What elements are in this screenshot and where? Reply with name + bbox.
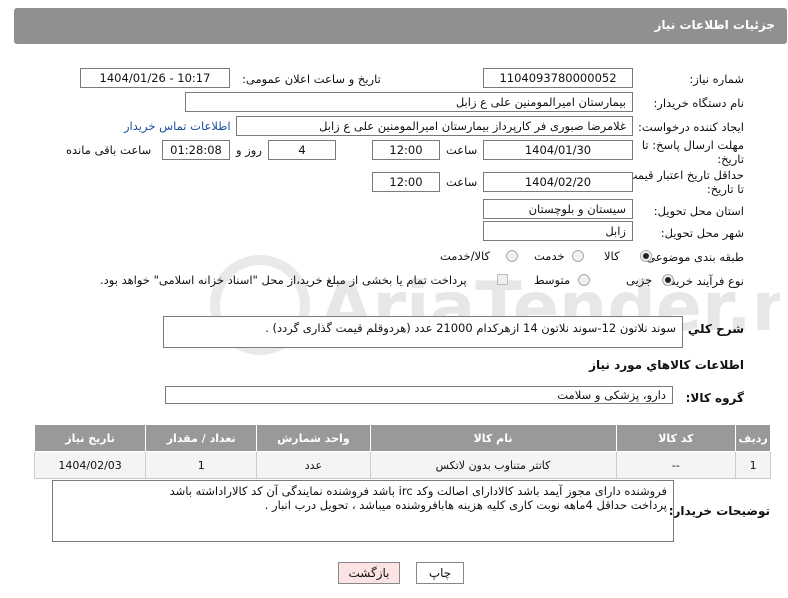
buyer-note-line-2: پرداخت حداقل 4ماهه نوبت کاری کلیه هزینه … bbox=[264, 498, 667, 512]
category-option-goods-service: کالا/خدمت bbox=[440, 249, 491, 263]
buyer-notes-field: فروشنده دارای مجوز آیمد باشد کالادارای ا… bbox=[52, 480, 674, 542]
treasury-checkbox[interactable] bbox=[497, 274, 508, 285]
announce-field: 1404/01/26 - 10:17 bbox=[80, 68, 230, 88]
process-radio-medium[interactable] bbox=[578, 274, 590, 286]
buyer-notes-label: توضیحات خریدار: bbox=[668, 504, 770, 518]
goods-group-label: گروه کالا: bbox=[685, 391, 744, 405]
col-unit: واحد شمارش bbox=[256, 424, 371, 452]
remaining-time-field: 01:28:08 bbox=[162, 140, 230, 160]
validity-label: حداقل تاریخ اعتبار قیمت: bbox=[622, 168, 744, 182]
validity-time-field: 12:00 bbox=[372, 172, 440, 192]
col-goods-code: کد کالا bbox=[615, 424, 737, 452]
deadline-label: مهلت ارسال پاسخ: تا bbox=[641, 138, 744, 152]
category-label: طبقه بندی موضوعی: bbox=[642, 250, 744, 264]
goods-group-field: دارو، پزشکی و سلامت bbox=[165, 386, 673, 404]
category-option-goods: کالا bbox=[604, 249, 620, 263]
requester-label: ایجاد کننده درخواست: bbox=[638, 120, 744, 134]
remaining-time-label: ساعت باقی مانده bbox=[66, 143, 152, 157]
process-label: نوع فرآیند خرید : bbox=[662, 274, 744, 288]
print-button[interactable]: چاپ bbox=[416, 562, 464, 584]
col-goods-name: نام کالا bbox=[369, 424, 617, 452]
panel-title: جزئیات اطلاعات نیاز bbox=[654, 18, 775, 32]
province-label: استان محل تحویل: bbox=[653, 204, 744, 218]
cell-goods-code: -- bbox=[615, 451, 737, 479]
buyer-note-line-1: فروشنده دارای مجوز آیمد باشد کالادارای ا… bbox=[169, 484, 667, 498]
city-field: زابل bbox=[483, 221, 633, 241]
cell-unit: عدد bbox=[256, 451, 371, 479]
process-option-medium: متوسط bbox=[534, 273, 571, 287]
deadline-label-2: تاریخ: bbox=[717, 152, 744, 166]
contact-info-link[interactable]: اطلاعات تماس خریدار bbox=[124, 119, 231, 133]
validity-date-field: 1404/02/20 bbox=[483, 172, 633, 192]
description-field: سوند نلاتون 12-سوند نلاتون 14 ازهرکدام 2… bbox=[163, 316, 683, 348]
cell-goods-name: کاتتر متناوب بدون لاتکس bbox=[369, 451, 617, 479]
days-label: روز و bbox=[236, 143, 262, 157]
back-button[interactable]: بازگشت bbox=[338, 562, 400, 584]
process-option-minor: جزیی bbox=[626, 273, 653, 287]
cell-row-number: 1 bbox=[735, 451, 771, 479]
validity-time-label: ساعت bbox=[446, 175, 478, 189]
need-number-field: 1104093780000052 bbox=[483, 68, 633, 88]
deadline-time-label: ساعت bbox=[446, 143, 478, 157]
table-row: 1 -- کاتتر متناوب بدون لاتکس عدد 1 1404/… bbox=[33, 451, 771, 479]
cell-need-date: 1404/02/03 bbox=[33, 451, 147, 479]
buyer-org-label: نام دستگاه خریدار: bbox=[653, 96, 744, 110]
category-option-service: خدمت bbox=[534, 249, 565, 263]
payment-note: پرداخت تمام یا بخشی از مبلغ خرید،از محل … bbox=[100, 273, 467, 287]
category-radio-service[interactable] bbox=[572, 250, 584, 262]
requester-field: غلامرضا صبوری فر کارپرداز بیمارستان امیر… bbox=[236, 116, 633, 136]
col-row-number: ردیف bbox=[735, 424, 771, 452]
panel-header: جزئیات اطلاعات نیاز bbox=[14, 8, 787, 44]
announce-label: تاریخ و ساعت اعلان عمومی: bbox=[242, 72, 381, 86]
category-radio-goods-service[interactable] bbox=[506, 250, 518, 262]
col-quantity: تعداد / مقدار bbox=[145, 424, 258, 452]
process-radio-minor[interactable] bbox=[662, 274, 674, 286]
cell-quantity: 1 bbox=[145, 451, 258, 479]
deadline-date-field: 1404/01/30 bbox=[483, 140, 633, 160]
col-need-date: تاریخ نیاز bbox=[33, 424, 147, 452]
goods-table: ردیف کد کالا نام کالا واحد شمارش تعداد /… bbox=[33, 424, 771, 479]
need-number-label: شماره نیاز: bbox=[689, 72, 744, 86]
validity-label-2: تا تاریخ: bbox=[706, 182, 744, 196]
city-label: شهر محل تحویل: bbox=[660, 226, 744, 240]
days-field: 4 bbox=[268, 140, 336, 160]
table-header-row: ردیف کد کالا نام کالا واحد شمارش تعداد /… bbox=[33, 424, 771, 452]
category-radio-goods[interactable] bbox=[640, 250, 652, 262]
goods-info-title: اطلاعات کالاهاي مورد نياز bbox=[589, 358, 744, 372]
deadline-time-field: 12:00 bbox=[372, 140, 440, 160]
buyer-org-field: بیمارستان امیرالمومنین علی ع زابل bbox=[185, 92, 633, 112]
province-field: سیستان و بلوچستان bbox=[483, 199, 633, 219]
